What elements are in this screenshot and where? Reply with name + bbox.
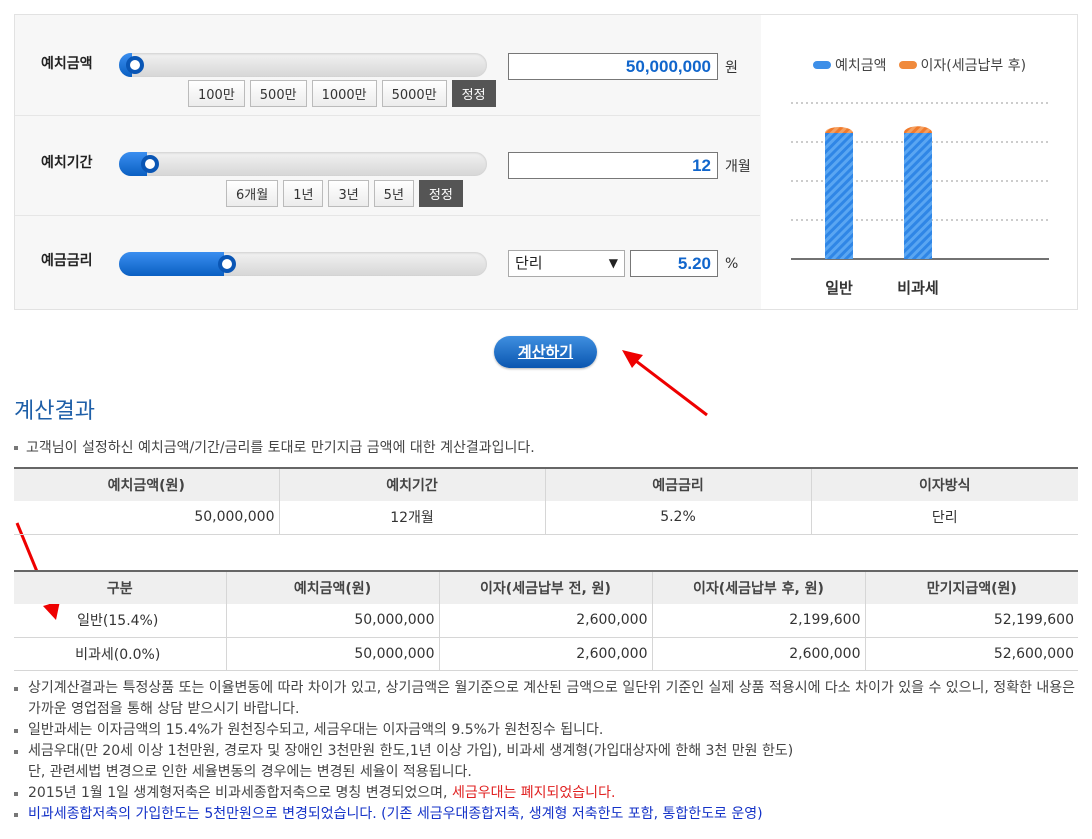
interest-method-value: 단리 [515,254,543,272]
detail-cell: 2,600,000 [438,604,652,638]
rate-row: 예금금리 단리 ▼ 5.20 % [15,215,760,309]
rate-slider-fill [119,252,224,276]
deposit-slider[interactable] [119,53,487,77]
deposit-5000-button[interactable]: 5000만 [381,80,447,107]
summary-cell: 단리 [810,501,1078,535]
deposit-500-button[interactable]: 500만 [249,80,307,107]
chart-area: 예치금액 이자(세금납부 후) 일반 비과세 [761,15,1077,309]
period-row: 예치기간 6개월 1년 3년 5년 정정 12 개월 [15,115,760,209]
summary-header: 예치금액(원) [14,467,279,501]
result-title: 계산결과 [14,399,95,424]
result-description: 고객님이 설정하신 예치금액/기간/금리를 토대로 만기지급 금액에 대한 계산… [14,437,535,457]
detail-header: 이자(세금납부 후, 원) [651,570,865,604]
table-row: 비과세(0.0%) 50,000,000 2,600,000 2,600,000… [14,637,1078,671]
result-description-text: 고객님이 설정하신 예치금액/기간/금리를 토대로 만기지급 금액에 대한 계산… [26,440,535,456]
deposit-unit: 원 [725,60,738,76]
calculator-panel: 예치금액 100만 500만 1000만 5000만 정정 50,000,000… [14,14,1078,310]
period-slider[interactable] [119,152,487,176]
rate-slider[interactable] [119,252,487,276]
summary-cell: 5.2% [544,501,811,535]
summary-cell: 50,000,000 [14,501,279,535]
period-unit: 개월 [725,159,751,175]
rate-input[interactable]: 5.20 [630,250,718,277]
chevron-down-icon: ▼ [608,256,618,270]
summary-header-row: 예치금액(원) 예치기간 예금금리 이자방식 [14,467,1078,501]
notes-list: 상기계산결과는 특정상품 또는 이율변동에 따라 차이가 있고, 상기금액은 월… [14,678,1078,825]
arrow-to-calc-button [622,350,708,417]
detail-cell: 50,000,000 [225,604,439,638]
bullet-icon [14,446,18,450]
detail-header-row: 구분 예치금액(원) 이자(세금납부 전, 원) 이자(세금납부 후, 원) 만… [14,570,1078,604]
deposit-slider-thumb[interactable] [126,56,144,74]
period-fix-button[interactable]: 정정 [418,180,463,207]
category-label-0: 일반 [825,279,853,297]
detail-cell: 2,600,000 [651,637,865,671]
interest-method-select[interactable]: 단리 ▼ [508,250,625,277]
detail-cell: 50,000,000 [225,637,439,671]
deposit-label: 예치금액 [41,56,93,72]
note-item-blue: 비과세종합저축의 가입한도는 5천만원으로 변경되었습니다. (기존 세금우대종… [14,804,1078,825]
calculate-button[interactable]: 계산하기 [494,336,597,368]
note-item: 일반과세는 이자금액의 15.4%가 원천징수되고, 세금우대는 이자금액의 9… [14,720,1078,741]
period-input[interactable]: 12 [508,152,718,179]
note-item: 상기계산결과는 특정상품 또는 이율변동에 따라 차이가 있고, 상기금액은 월… [14,678,1078,720]
detail-cell: 일반(15.4%) [14,604,226,638]
bar-chart: 일반 비과세 [791,102,1049,297]
period-quick-buttons: 6개월 1년 3년 5년 정정 [226,180,463,207]
deposit-input[interactable]: 50,000,000 [508,53,718,80]
detail-header: 예치금액(원) [225,570,439,604]
summary-header: 이자방식 [810,467,1078,501]
bar-deposit-1 [904,133,932,259]
note-text: 단, 관련세법 변경으로 인한 세율변동의 경우에는 변경된 세율이 적용됩니다… [28,764,472,780]
detail-cell: 52,600,000 [864,637,1078,671]
bar-deposit-0 [825,133,853,259]
detail-header: 이자(세금납부 전, 원) [438,570,652,604]
table-row: 일반(15.4%) 50,000,000 2,600,000 2,199,600… [14,604,1078,638]
rate-label: 예금금리 [41,253,93,269]
note-text: 2015년 1월 1일 생계형저축은 비과세종합저축으로 명칭 변경되었으며, [28,785,452,801]
detail-cell: 52,199,600 [864,604,1078,638]
detail-table: 구분 예치금액(원) 이자(세금납부 전, 원) 이자(세금납부 후, 원) 만… [14,570,1078,671]
deposit-quick-buttons: 100만 500만 1000만 5000만 정정 [188,80,496,107]
detail-header: 구분 [14,570,226,604]
note-text: 세금우대(만 20세 이상 1천만원, 경로자 및 장애인 3천만원 한도,1년… [28,743,794,759]
calculator-inputs: 예치금액 100만 500만 1000만 5000만 정정 50,000,000… [15,15,760,309]
detail-cell: 2,600,000 [438,637,652,671]
detail-cell: 비과세(0.0%) [14,637,226,671]
deposit-100-button[interactable]: 100만 [188,80,245,107]
deposit-fix-button[interactable]: 정정 [451,80,496,107]
summary-table: 예치금액(원) 예치기간 예금금리 이자방식 50,000,000 12개월 5… [14,467,1078,535]
period-slider-thumb[interactable] [141,155,159,173]
summary-header: 예치기간 [278,467,545,501]
period-5y-button[interactable]: 5년 [373,180,414,207]
period-label: 예치기간 [41,155,93,171]
summary-cell: 12개월 [278,501,545,535]
table-row: 50,000,000 12개월 5.2% 단리 [14,501,1078,535]
period-1y-button[interactable]: 1년 [283,180,324,207]
period-6m-button[interactable]: 6개월 [226,180,279,207]
note-item: 세금우대(만 20세 이상 1천만원, 경로자 및 장애인 3천만원 한도,1년… [14,741,1078,783]
rate-slider-thumb[interactable] [218,255,236,273]
period-3y-button[interactable]: 3년 [328,180,369,207]
deposit-1000-button[interactable]: 1000만 [311,80,377,107]
category-label-1: 비과세 [897,279,938,297]
deposit-row: 예치금액 100만 500만 1000만 5000만 정정 50,000,000… [15,15,760,109]
summary-header: 예금금리 [544,467,811,501]
detail-cell: 2,199,600 [651,604,865,638]
rate-unit: % [725,256,739,272]
note-item: 2015년 1월 1일 생계형저축은 비과세종합저축으로 명칭 변경되었으며, … [14,783,1078,804]
note-highlight-red: 세금우대는 폐지되었습니다. [451,785,616,801]
detail-header: 만기지급액(원) [864,570,1078,604]
